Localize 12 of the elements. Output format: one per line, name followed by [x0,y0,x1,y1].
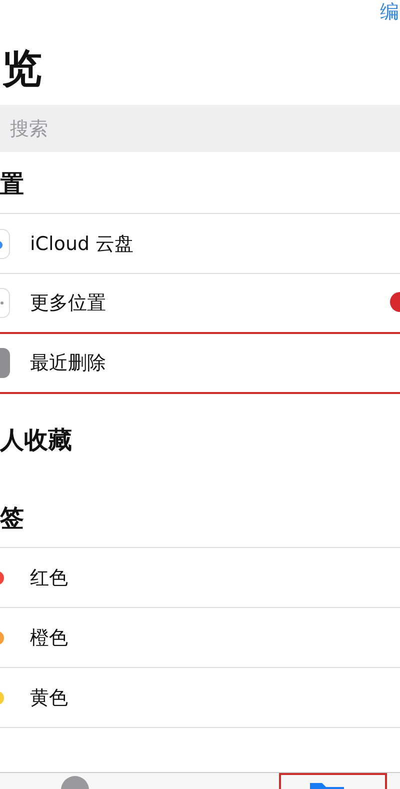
location-item[interactable]: iCloud 云盘 [0,214,400,274]
tag-item[interactable]: 橙色 [0,608,400,668]
edit-button[interactable]: 编 [380,0,399,24]
tag-item[interactable]: 红色 [0,548,400,608]
location-item[interactable]: 最近删除 [0,334,400,394]
page-title: 览 [2,45,42,94]
search-field[interactable]: 搜索 [0,105,400,152]
tag-item[interactable]: 黄色 [0,668,400,728]
location-item[interactable]: 更多位置 [0,274,400,334]
folder-tab[interactable] [279,773,387,789]
section-header: 签 [0,503,24,534]
section-header: 置 [0,169,24,200]
